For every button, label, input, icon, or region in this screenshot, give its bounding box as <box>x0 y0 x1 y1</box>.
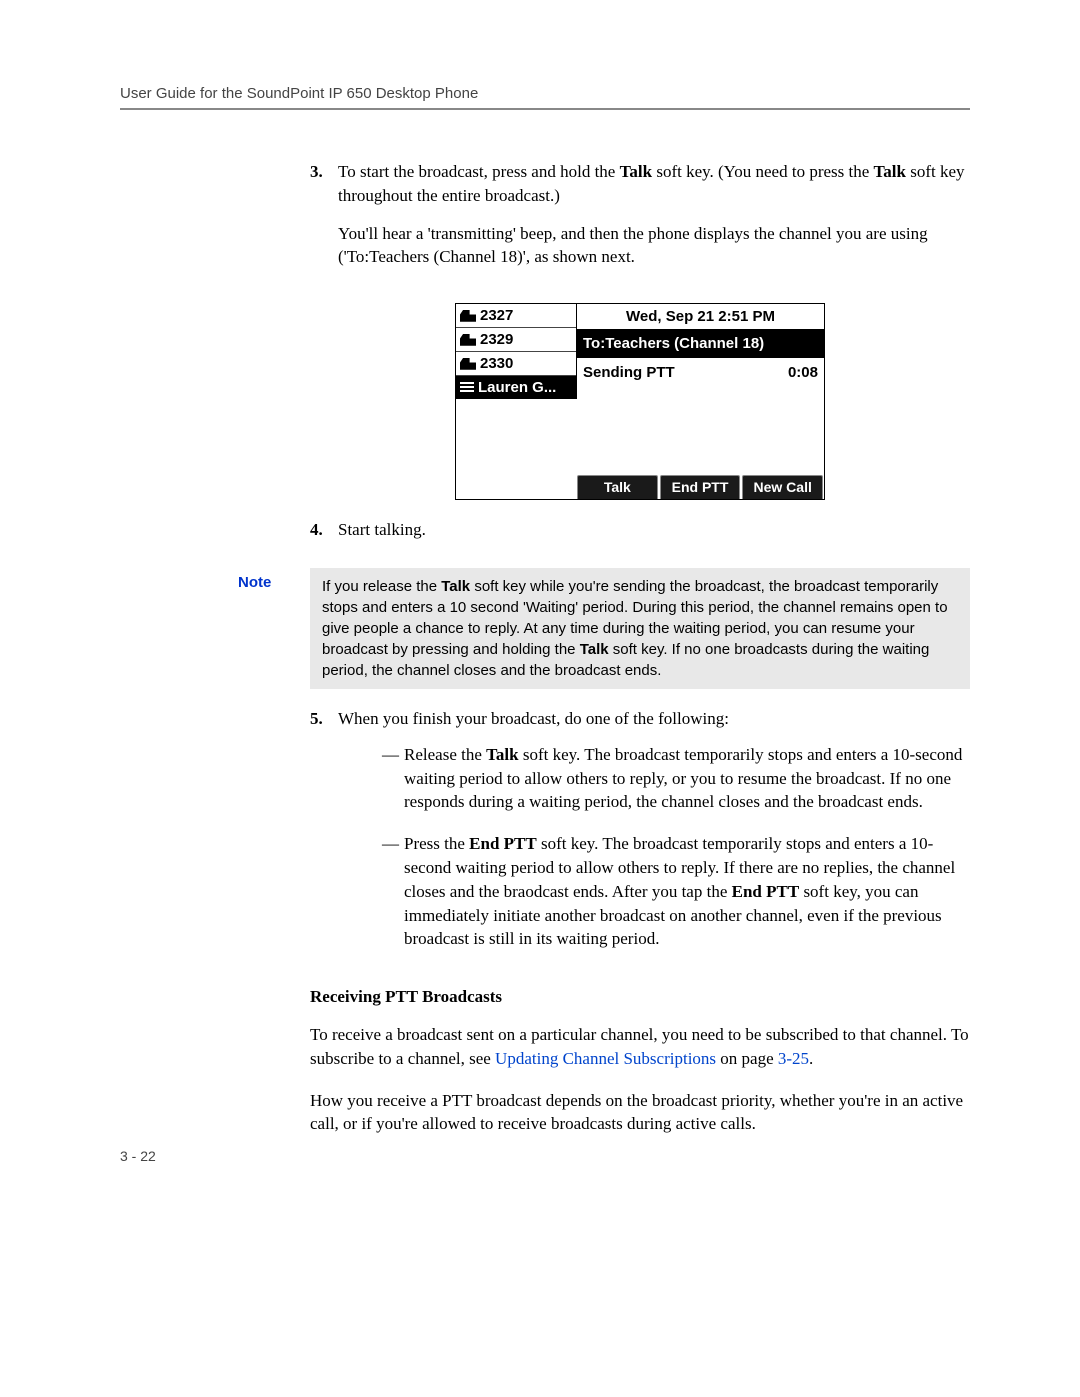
phone-lines-column: 2327 2329 2330 Lauren G... <box>456 304 577 399</box>
talk-key-ref: Talk <box>620 162 652 181</box>
line-label: Lauren G... <box>478 377 556 398</box>
line-label: 2327 <box>480 305 513 326</box>
dash-bullet: — <box>382 743 404 814</box>
phone-datetime: Wed, Sep 21 2:51 PM <box>577 304 824 330</box>
page-number: 3 - 22 <box>120 1148 156 1164</box>
step-number: 3. <box>310 160 338 287</box>
end-ptt-ref: End PTT <box>469 834 537 853</box>
step-4: 4. Start talking. <box>310 518 970 542</box>
receiving-para-2: How you receive a PTT broadcast depends … <box>310 1089 970 1137</box>
phone-status: Sending PTT <box>583 362 675 383</box>
text: on page <box>716 1049 778 1068</box>
talk-key-ref: Talk <box>441 578 470 595</box>
end-ptt-ref: End PTT <box>732 882 800 901</box>
step-3: 3. To start the broadcast, press and hol… <box>310 160 970 287</box>
text: Release the <box>404 745 486 764</box>
phone-line-2330: 2330 <box>456 352 576 376</box>
text: If you release the <box>322 578 441 595</box>
receiving-heading: Receiving PTT Broadcasts <box>310 985 970 1009</box>
phone-softkeys: Talk End PTT New Call <box>456 473 824 499</box>
running-header: User Guide for the SoundPoint IP 650 Des… <box>120 85 970 102</box>
softkey-talk[interactable]: Talk <box>577 475 658 499</box>
note-label: Note <box>238 568 310 689</box>
step-3-para-2: You'll hear a 'transmitting' beep, and t… <box>338 222 970 270</box>
phone-screen: 2327 2329 2330 Lauren G... Wed, Sep 21 2… <box>455 303 825 500</box>
softkey-end-ptt[interactable]: End PTT <box>660 475 741 499</box>
text: soft key. (You need to press the <box>652 162 873 181</box>
note-row: Note If you release the Talk soft key wh… <box>238 568 970 689</box>
phone-status-row: Sending PTT 0:08 <box>577 358 824 387</box>
phone-body <box>456 399 824 473</box>
phone-line-lauren: Lauren G... <box>456 376 576 399</box>
link-updating-channel-subscriptions[interactable]: Updating Channel Subscriptions <box>495 1049 716 1068</box>
phone-timer: 0:08 <box>788 362 818 383</box>
step-text: When you finish your broadcast, do one o… <box>338 707 970 969</box>
talk-key-ref: Talk <box>486 745 518 764</box>
link-page-ref[interactable]: 3-25 <box>778 1049 809 1068</box>
phone-icon <box>460 310 476 322</box>
step-number: 5. <box>310 707 338 969</box>
line-label: 2329 <box>480 329 513 350</box>
step-5-intro: When you finish your broadcast, do one o… <box>338 709 729 728</box>
step-text: To start the broadcast, press and hold t… <box>338 160 970 287</box>
text: To start the broadcast, press and hold t… <box>338 162 620 181</box>
text: . <box>809 1049 813 1068</box>
note-box: If you release the Talk soft key while y… <box>310 568 970 689</box>
phone-line-2329: 2329 <box>456 328 576 352</box>
phone-line-2327: 2327 <box>456 304 576 328</box>
softkey-new-call[interactable]: New Call <box>742 475 823 499</box>
talk-key-ref: Talk <box>874 162 906 181</box>
phone-icon <box>460 334 476 346</box>
line-label: 2330 <box>480 353 513 374</box>
header-rule <box>120 108 970 110</box>
step-text: Start talking. <box>338 518 970 542</box>
text: Press the <box>404 834 469 853</box>
step-5-bullet-1: — Release the Talk soft key. The broadca… <box>382 743 970 814</box>
receiving-para-1: To receive a broadcast sent on a particu… <box>310 1023 970 1071</box>
step-5-bullet-2: — Press the End PTT soft key. The broadc… <box>382 832 970 951</box>
step-5: 5. When you finish your broadcast, do on… <box>310 707 970 969</box>
step-number: 4. <box>310 518 338 542</box>
dash-bullet: — <box>382 832 404 951</box>
talk-key-ref: Talk <box>580 641 609 658</box>
phone-icon <box>460 358 476 370</box>
directory-icon <box>460 382 474 394</box>
phone-main-label: To:Teachers (Channel 18) <box>577 330 824 358</box>
